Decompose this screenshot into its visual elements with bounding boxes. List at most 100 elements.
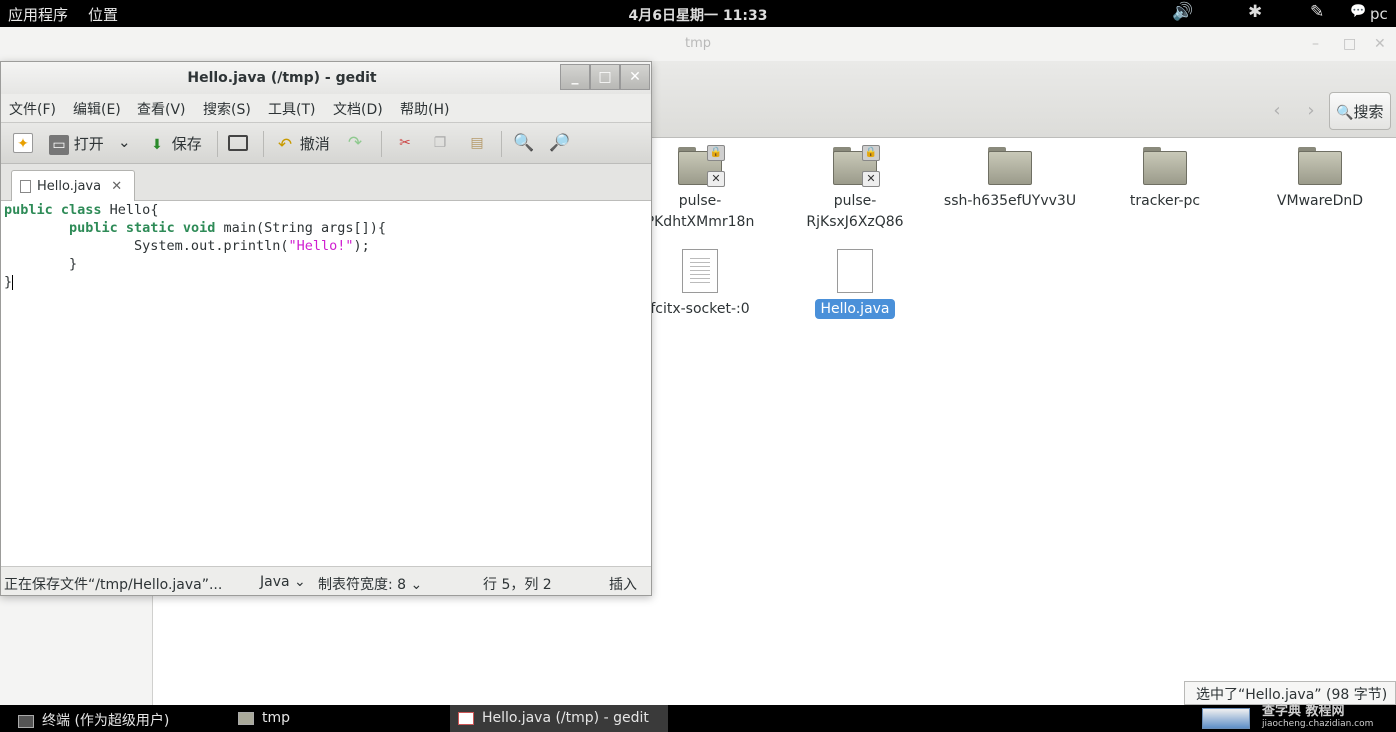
menu-file[interactable]: 文件(F) (9, 99, 56, 119)
task-label: tmp (262, 710, 291, 726)
copy-button[interactable]: ❐ (430, 133, 450, 153)
status-message: 正在保存文件“/tmp/Hello.java”... (4, 577, 223, 593)
file-manager-titlebar: tmp – □ ✕ (0, 27, 1396, 61)
gedit-toolbar: ✦ ▭ 打开 ⌄ ⬇ 保存 ↶ 撤消 ↷ ✂ ❐ ▤ 🔍 🔎 (1, 122, 651, 164)
find-button[interactable]: 🔍 (513, 133, 535, 153)
search-button[interactable]: 🔍搜索 (1329, 92, 1391, 130)
close-icon[interactable]: ✕ (620, 64, 650, 90)
task-gedit[interactable]: Hello.java (/tmp) - gedit (450, 705, 668, 732)
tab-width-selector[interactable]: 制表符宽度: 8 ⌄ (318, 574, 422, 594)
save-label: 保存 (171, 135, 202, 153)
close-icon[interactable]: ✕ (1374, 36, 1386, 52)
watermark: 查字典 教程网 jiaocheng.chazidian.com (1262, 704, 1374, 729)
menu-help[interactable]: 帮助(H) (400, 99, 449, 119)
user-menu-icon[interactable]: 💬 (1350, 4, 1366, 19)
toolbar-separator (501, 131, 502, 157)
search-label: 搜索 (1353, 103, 1384, 121)
find-replace-icon: 🔎 (549, 133, 571, 153)
gedit-window: Hello.java (/tmp) - gedit _ □ ✕ 文件(F) 编辑… (0, 61, 652, 596)
code-line: public static void main(String args[]){ (69, 220, 387, 236)
file-item[interactable]: tracker-pc (1090, 147, 1240, 212)
paste-button[interactable]: ▤ (467, 133, 487, 153)
redo-button[interactable]: ↷ (345, 133, 365, 153)
top-panel: 应用程序 位置 4月6日星期一 11:33 🔊 ✱ ✎ 💬 pc (0, 0, 1396, 27)
user-menu-label[interactable]: pc (1370, 5, 1388, 23)
open-icon: ▭ (49, 134, 69, 155)
toolbar-separator (381, 131, 382, 157)
language-selector[interactable]: Java ⌄ (260, 574, 306, 590)
open-recent-dropdown[interactable]: ⌄ (118, 133, 131, 151)
task-tmp[interactable]: tmp (238, 705, 428, 732)
menu-tools[interactable]: 工具(T) (268, 99, 315, 119)
cursor-position: 行 5，列 2 (483, 577, 552, 593)
minimize-icon[interactable]: _ (560, 64, 590, 90)
undo-icon: ↶ (277, 134, 293, 155)
gedit-titlebar: Hello.java (/tmp) - gedit _ □ ✕ (1, 62, 651, 94)
file-item[interactable]: VMwareDnD (1245, 147, 1395, 212)
tab-label: Hello.java (37, 179, 102, 194)
folder-icon (1298, 147, 1342, 185)
terminal-icon (18, 714, 34, 728)
file-item-selected[interactable]: Hello.java (780, 249, 930, 320)
text-file-icon (682, 249, 718, 293)
minimize-icon[interactable]: – (1312, 36, 1319, 52)
code-line: } (4, 274, 14, 290)
maximize-icon[interactable]: □ (1343, 36, 1356, 52)
document-tabbar: Hello.java ✕ (1, 164, 651, 202)
undo-button[interactable]: ↶ 撤消 (275, 133, 330, 155)
task-terminal[interactable]: 终端 (作为超级用户) (18, 705, 218, 732)
code-editor[interactable]: public class Hello{ public static void m… (1, 201, 651, 566)
file-manager-title: tmp (684, 36, 711, 51)
bluetooth-icon[interactable]: ✱ (1248, 2, 1262, 22)
file-label: ssh-h635efUYvv3U (943, 193, 1077, 209)
selection-status: 选中了“Hello.java” (98 字节) (1184, 681, 1396, 705)
redo-icon: ↷ (347, 133, 363, 153)
chevron-down-icon: ⌄ (410, 577, 423, 593)
toolbar-separator (263, 131, 264, 157)
menu-edit[interactable]: 编辑(E) (73, 99, 121, 119)
code-line: } (4, 256, 78, 272)
file-label-line2: RjKsxJ6XzQ86 (806, 214, 904, 230)
file-label: Hello.java (815, 299, 895, 319)
new-document-button[interactable]: ✦ (13, 133, 33, 153)
cut-icon: ✂ (399, 135, 411, 151)
accessibility-icon[interactable]: ✎ (1310, 2, 1324, 22)
close-icon[interactable]: ✕ (111, 179, 122, 194)
file-label: tracker-pc (1129, 193, 1201, 209)
locked-folder-icon: 🔒 ✕ (833, 145, 880, 187)
menu-documents[interactable]: 文档(D) (333, 99, 383, 119)
back-icon[interactable]: ‹ (1262, 97, 1292, 125)
open-label: 打开 (73, 135, 104, 153)
locked-folder-icon: 🔒 ✕ (678, 145, 725, 187)
forward-icon[interactable]: › (1296, 97, 1326, 125)
gedit-title: Hello.java (/tmp) - gedit (187, 70, 377, 86)
menu-search[interactable]: 搜索(S) (203, 99, 251, 119)
taskbar: 终端 (作为超级用户) tmp Hello.java (/tmp) - gedi… (0, 705, 1396, 732)
tab-hello-java[interactable]: Hello.java ✕ (11, 170, 135, 202)
volume-icon[interactable]: 🔊 (1172, 2, 1193, 22)
chevron-down-icon: ⌄ (294, 574, 306, 590)
insert-mode: 插入 (609, 577, 637, 593)
undo-label: 撤消 (299, 135, 330, 153)
workspace-switcher[interactable] (1202, 708, 1250, 729)
file-item[interactable]: 🔒 ✕ pulse- RjKsxJ6XzQ86 (780, 145, 930, 233)
menu-bar: 文件(F) 编辑(E) 查看(V) 搜索(S) 工具(T) 文档(D) 帮助(H… (1, 94, 651, 122)
copy-icon: ❐ (433, 135, 447, 151)
task-label: 终端 (作为超级用户) (42, 713, 170, 729)
code-line: public class Hello{ (4, 202, 159, 218)
folder-icon (1143, 147, 1187, 185)
cut-button[interactable]: ✂ (395, 133, 415, 153)
folder-icon (238, 711, 254, 725)
save-icon: ⬇ (151, 136, 163, 153)
file-item[interactable]: ssh-h635efUYvv3U (935, 147, 1085, 212)
search-icon: 🔍 (513, 133, 535, 153)
menu-view[interactable]: 查看(V) (137, 99, 186, 119)
open-button[interactable]: ▭ 打开 (49, 133, 104, 155)
paste-icon: ▤ (470, 135, 484, 151)
print-button[interactable] (228, 133, 248, 151)
save-button[interactable]: ⬇ 保存 (147, 133, 202, 155)
gedit-icon (458, 711, 474, 725)
find-replace-button[interactable]: 🔎 (549, 133, 571, 153)
maximize-icon[interactable]: □ (590, 64, 620, 90)
document-icon (20, 180, 31, 193)
